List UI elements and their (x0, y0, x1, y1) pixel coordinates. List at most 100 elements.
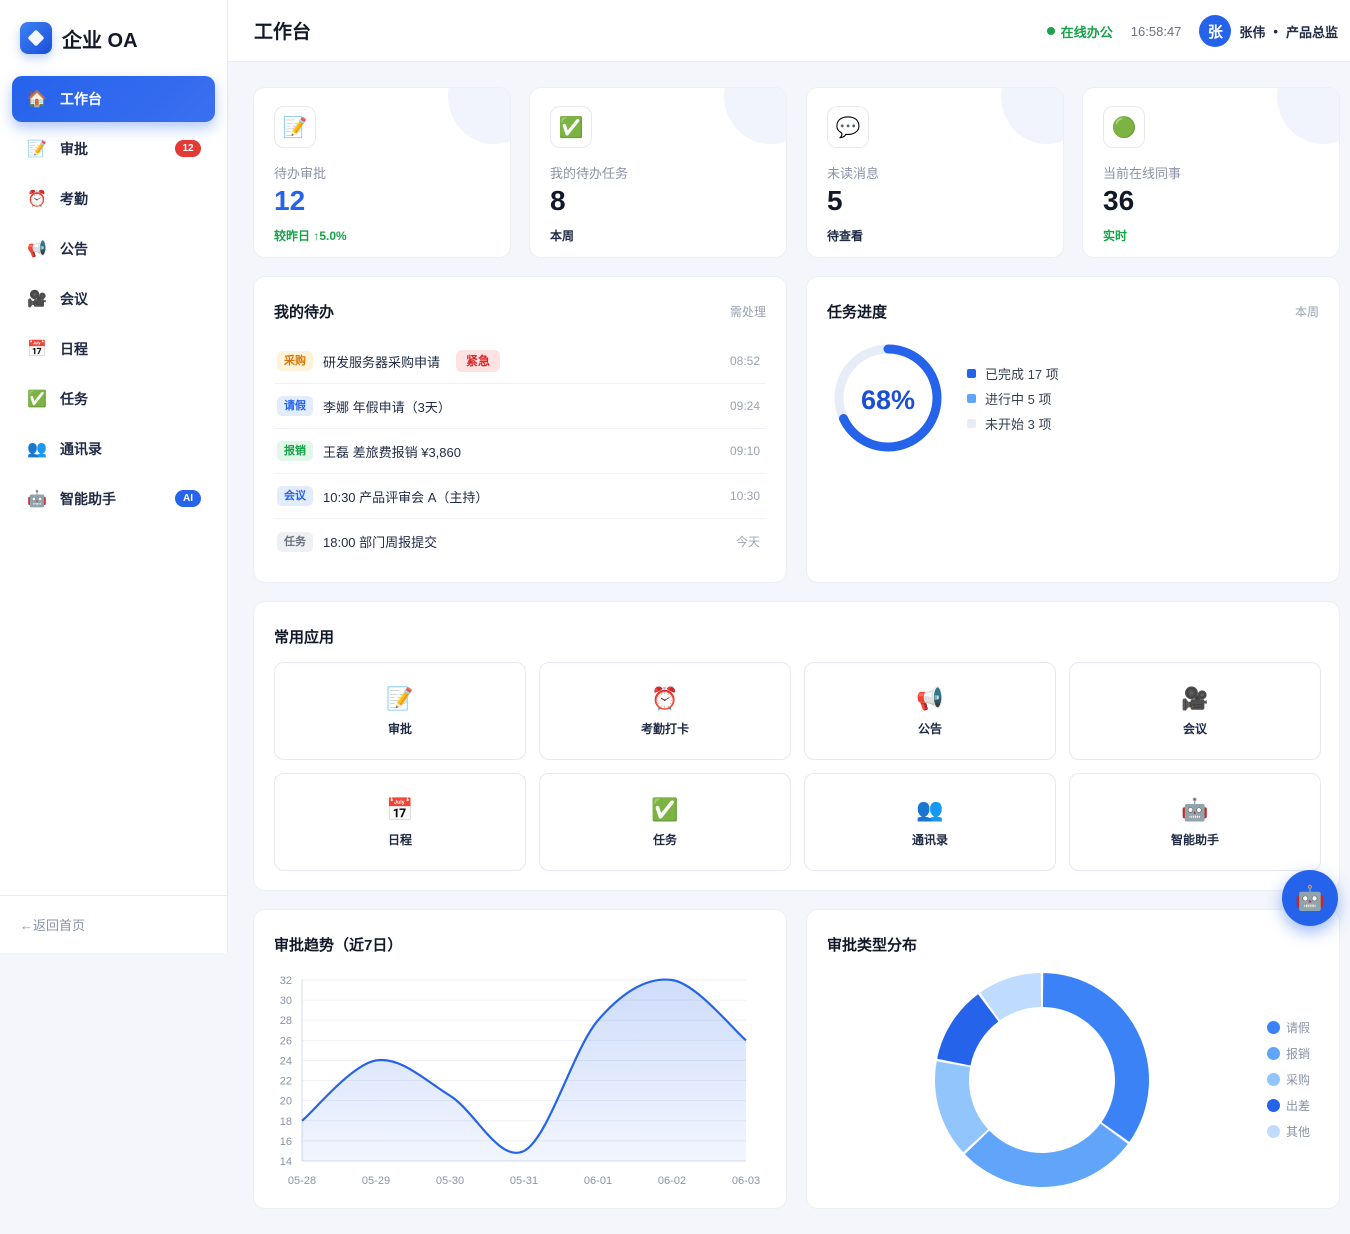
legend-label: 未开始 3 项 (985, 417, 1052, 432)
sidebar-item-0[interactable]: 🏠 工作台 (12, 76, 215, 122)
legend-swatch (1267, 1047, 1280, 1060)
y-tick-label: 20 (280, 1096, 292, 1108)
calendar-icon: 📅 (27, 341, 47, 358)
y-tick-label: 18 (280, 1116, 292, 1128)
todo-tag: 会议 (277, 486, 313, 506)
todo-tag: 任务 (277, 531, 313, 552)
decor-bubble (1001, 88, 1063, 144)
app-label: 会议 (1182, 722, 1207, 736)
y-tick-label: 16 (280, 1136, 292, 1148)
stat-value: 8 (550, 185, 566, 216)
pie-slice[interactable] (964, 1123, 1128, 1187)
progress-legend-item: 进行中 5 项 (967, 389, 1051, 408)
todo-time: 10:30 (729, 489, 760, 503)
checkbox-icon: ✅ (651, 797, 679, 822)
stat-card[interactable]: 🟢 当前在线同事 36 实时 (1082, 87, 1340, 258)
sidebar: 企业 OA 🏠 工作台 📝 审批 12 ⏰ 考勤 📢 公告 🎥 会议 📅 日程 ✅ 任务 👥 通讯录 🤖 智能助手 A… (0, 0, 228, 953)
sidebar-item-2[interactable]: ⏰ 考勤 (12, 176, 215, 222)
todo-text: 王磊 差旅费报销 ¥3,860 (323, 444, 461, 460)
todo-time: 09:24 (729, 399, 760, 413)
sidebar-item-label: 通讯录 (60, 441, 102, 457)
sidebar-item-5[interactable]: 📅 日程 (12, 326, 215, 372)
stat-card[interactable]: 📝 待办审批 12 较昨日 ↑5.0% (253, 87, 511, 258)
sidebar-item-label: 日程 (60, 341, 88, 357)
sidebar-item-label: 智能助手 (60, 491, 116, 507)
stat-label: 我的待办任务 (550, 166, 629, 181)
todo-extra[interactable]: 需处理 (730, 303, 766, 320)
decor-bubble (724, 88, 786, 144)
app-tile[interactable]: ✅ 任务 (539, 773, 791, 871)
pie-legend-item[interactable]: 报销 (1267, 1045, 1310, 1062)
y-tick-label: 32 (280, 975, 292, 987)
avatar[interactable]: 张 (1199, 15, 1232, 47)
pie-legend-item[interactable]: 其他 (1267, 1123, 1310, 1140)
progress-extra: 本周 (1294, 305, 1319, 319)
app-tile[interactable]: 📝 审批 (274, 662, 526, 760)
sidebar-item-7[interactable]: 👥 通讯录 (12, 426, 215, 472)
y-tick-label: 26 (280, 1035, 292, 1047)
sidebar-item-label: 考勤 (60, 191, 88, 207)
pie-legend-item[interactable]: 采购 (1267, 1071, 1310, 1088)
brand[interactable]: 企业 OA (0, 0, 227, 76)
y-tick-label: 28 (280, 1015, 292, 1027)
online-status: 在线办公 (1046, 22, 1113, 41)
x-tick-label: 06-03 (732, 1175, 760, 1187)
topbar-right: 在线办公 16:58:47 张 张伟 • 产品总监 (1046, 0, 1338, 62)
pie-slice[interactable] (1042, 973, 1149, 1142)
sidebar-item-label: 工作台 (60, 91, 102, 107)
stat-sub: 本周 (550, 229, 575, 243)
assistant-fab[interactable]: 🤖 (1282, 870, 1338, 926)
pie-slice[interactable] (935, 1061, 989, 1153)
stat-value: 5 (827, 185, 843, 216)
todo-row[interactable]: 会议 10:30 产品评审会 A（主持） 10:30 (274, 474, 766, 519)
sidebar-item-label: 任务 (60, 391, 88, 407)
legend-swatch (967, 394, 976, 403)
app-tile[interactable]: 📅 日程 (274, 773, 526, 871)
sidebar-item-3[interactable]: 📢 公告 (12, 226, 215, 272)
sidebar-item-label: 公告 (60, 241, 88, 257)
todo-tag: 报销 (277, 441, 313, 461)
todo-row[interactable]: 采购 研发服务器采购申请 紧急 08:52 (274, 339, 766, 384)
todo-row[interactable]: 请假 李娜 年假申请（3天） 09:24 (274, 384, 766, 429)
sidebar-item-8[interactable]: 🤖 智能助手 AI (12, 476, 215, 522)
todo-text: 研发服务器采购申请 (323, 354, 441, 370)
todo-text: 18:00 部门周报提交 (323, 535, 438, 550)
y-tick-label: 22 (280, 1076, 292, 1088)
progress-card: 任务进度 本周 68% 已完成 17 项进行中 5 项未开始 3 项 (806, 276, 1340, 583)
app-label: 任务 (652, 833, 677, 847)
app-tile[interactable]: ⏰ 考勤打卡 (539, 662, 791, 760)
stat-label: 待办审批 (274, 166, 327, 181)
memo-icon: 📝 (274, 106, 316, 148)
sidebar-nav: 🏠 工作台 📝 审批 12 ⏰ 考勤 📢 公告 🎥 会议 📅 日程 ✅ 任务 👥 通讯录 🤖 智能助手 AI (0, 76, 227, 522)
sidebar-item-4[interactable]: 🎥 会议 (12, 276, 215, 322)
sidebar-item-1[interactable]: 📝 审批 12 (12, 126, 215, 172)
todo-title: 我的待办 (274, 304, 335, 321)
app-tile[interactable]: 👥 通讯录 (804, 773, 1056, 871)
app-tile[interactable]: 🤖 智能助手 (1069, 773, 1321, 871)
app-tile[interactable]: 📢 公告 (804, 662, 1056, 760)
nav-badge: 12 (175, 140, 201, 157)
urgent-badge: 紧急 (456, 350, 501, 372)
apps-card: 常用应用 📝 审批 ⏰ 考勤打卡 📢 公告 🎥 会议 📅 日程 ✅ 任务 👥 通讯录 🤖 智能助手 (253, 601, 1340, 891)
pie-legend-item[interactable]: 请假 (1267, 1019, 1310, 1036)
sidebar-item-6[interactable]: ✅ 任务 (12, 376, 215, 422)
decor-bubble (448, 88, 510, 144)
stat-card[interactable]: 💬 未读消息 5 待查看 (806, 87, 1064, 258)
x-tick-label: 05-31 (510, 1175, 538, 1187)
megaphone-icon: 📢 (916, 686, 944, 711)
pie-legend-item[interactable]: 出差 (1267, 1097, 1310, 1114)
stat-value: 36 (1103, 185, 1135, 216)
todo-tag: 采购 (277, 351, 313, 371)
progress-legend-item: 未开始 3 项 (967, 414, 1051, 433)
legend-swatch (967, 369, 976, 378)
home-icon: 🏠 (27, 91, 47, 108)
alarm-clock-icon: ⏰ (651, 686, 679, 711)
cube-logo-icon (20, 22, 52, 54)
stat-label: 未读消息 (827, 166, 880, 181)
app-tile[interactable]: 🎥 会议 (1069, 662, 1321, 760)
back-home-link[interactable]: ←返回首页 (0, 895, 227, 953)
user-name[interactable]: 张伟 (1239, 22, 1265, 41)
todo-row[interactable]: 报销 王磊 差旅费报销 ¥3,860 09:10 (274, 429, 766, 474)
todo-row[interactable]: 任务 18:00 部门周报提交 今天 (274, 519, 766, 564)
stat-card[interactable]: ✅ 我的待办任务 8 本周 (529, 87, 787, 258)
